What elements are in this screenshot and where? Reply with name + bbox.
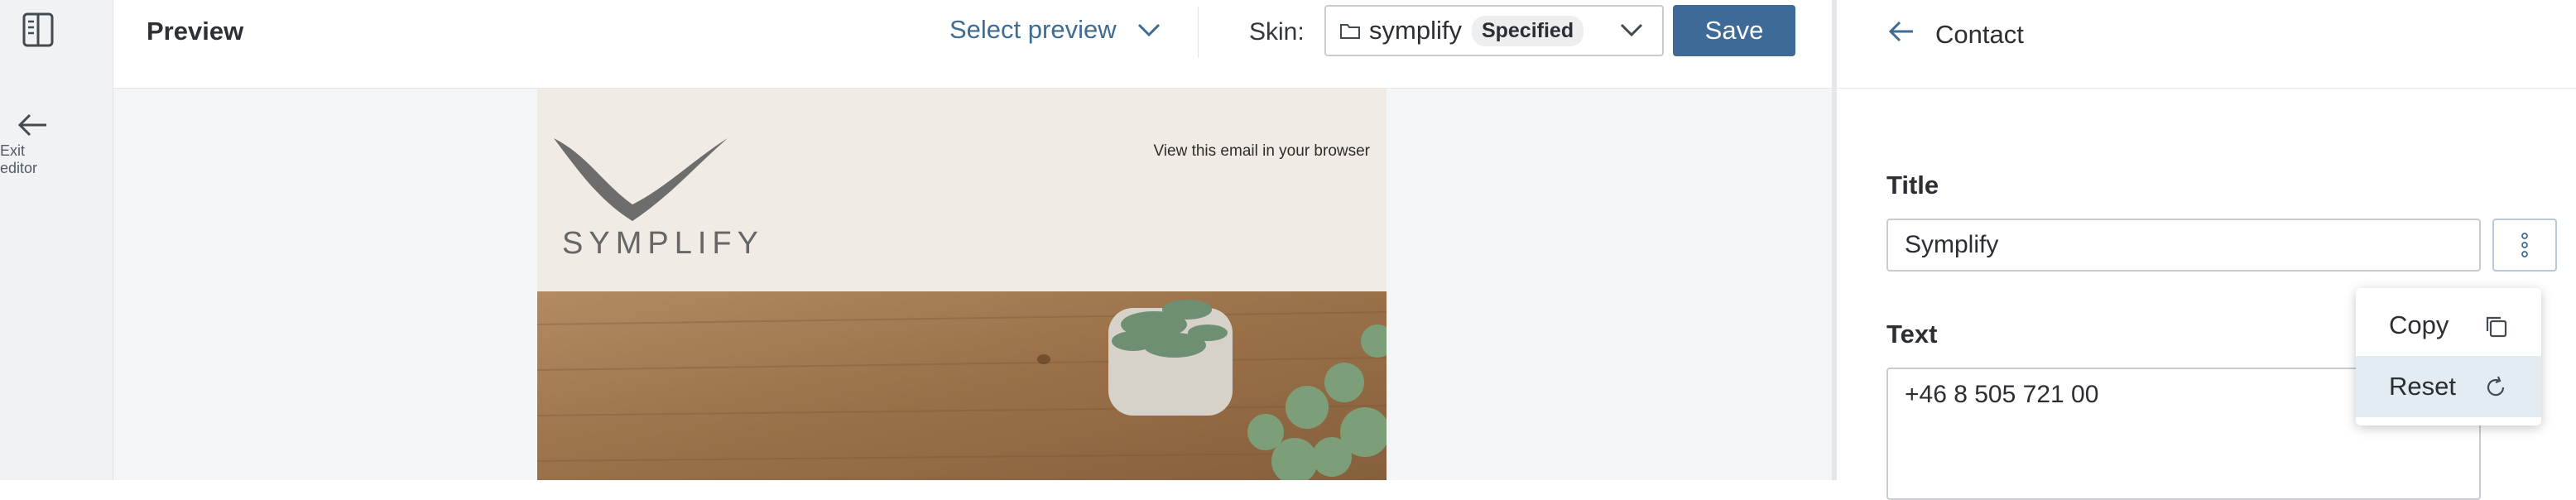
- panel-toggle-icon: [22, 12, 54, 47]
- menu-item-reset[interactable]: Reset: [2356, 356, 2541, 417]
- menu-item-label: Copy: [2389, 310, 2449, 339]
- contact-panel: Contact Title Text +46 8 505 721 00 Copy…: [1837, 0, 2576, 500]
- hero-image: [537, 291, 1387, 480]
- toggle-panel-button[interactable]: [22, 12, 55, 48]
- title-field-label: Title: [1886, 171, 1939, 200]
- chevron-down-icon: [1620, 23, 1643, 37]
- text-field-label: Text: [1886, 320, 1938, 349]
- preview-toolbar: Preview Select preview Skin: symplify Sp…: [113, 0, 1832, 89]
- view-in-browser-link[interactable]: View this email in your browser: [1153, 142, 1370, 161]
- skin-value: symplify: [1369, 16, 1462, 45]
- more-options-button[interactable]: [2492, 219, 2557, 272]
- preview-canvas: SYMPLIFY View this email in your browser: [113, 89, 1832, 480]
- menu-item-label: Reset: [2389, 372, 2456, 401]
- copy-icon: [2486, 316, 2507, 338]
- specified-badge: Specified: [1471, 15, 1584, 46]
- panel-title: Contact: [1935, 20, 2024, 49]
- left-rail: Exit editor: [0, 0, 113, 480]
- exit-editor-button[interactable]: Exit editor: [0, 113, 66, 177]
- skin-select[interactable]: symplify Specified: [1324, 5, 1664, 56]
- email-header: SYMPLIFY View this email in your browser: [537, 89, 1387, 291]
- menu-item-copy[interactable]: Copy: [2356, 295, 2541, 356]
- email-preview: SYMPLIFY View this email in your browser: [537, 89, 1387, 480]
- title-input[interactable]: [1886, 219, 2481, 272]
- back-arrow-icon[interactable]: [1888, 20, 1915, 43]
- arrow-left-icon: [17, 113, 46, 137]
- options-menu: Copy Reset: [2356, 288, 2541, 425]
- select-preview-dropdown[interactable]: Select preview: [949, 15, 1161, 45]
- hero-plants-image: [537, 291, 1387, 480]
- symplify-logo-text: SYMPLIFY: [562, 226, 764, 261]
- more-vertical-icon: [2521, 233, 2528, 257]
- page-title: Preview: [147, 17, 244, 46]
- exit-editor-label: Exit editor: [0, 142, 38, 176]
- folder-icon: [1340, 24, 1360, 39]
- panel-header: Contact: [1837, 0, 2576, 89]
- chevron-down-icon: [1137, 23, 1160, 37]
- symplify-logo-mark: [554, 138, 728, 221]
- skin-label: Skin:: [1249, 18, 1305, 46]
- save-button[interactable]: Save: [1673, 5, 1795, 56]
- reset-icon: [2487, 376, 2505, 397]
- select-preview-label: Select preview: [949, 15, 1117, 44]
- toolbar-divider: [1198, 7, 1199, 58]
